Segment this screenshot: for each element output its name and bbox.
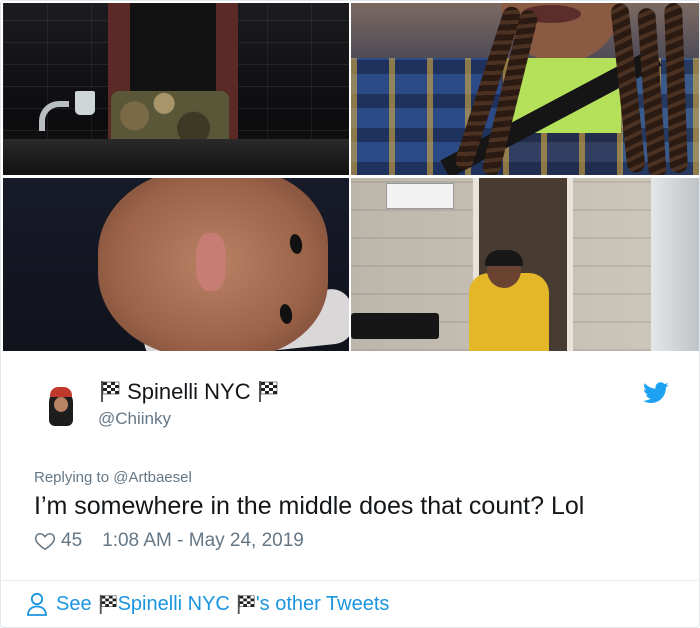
footer-name: Spinelli NYC [117,592,230,615]
heart-icon[interactable] [34,530,56,552]
user-handle[interactable]: @Chiinky [98,409,171,429]
checkered-flag-icon [258,381,278,402]
replying-prefix: Replying to [34,469,114,486]
checkered-flag-icon [237,594,255,614]
person-icon [27,592,47,616]
checkered-flag-icon [101,381,120,402]
avatar[interactable] [37,382,85,430]
replying-to: Replying to @Artbaesel [34,469,192,486]
divider [2,580,699,581]
checkered-flag-icon [99,594,117,614]
display-name[interactable]: Spinelli NYC [99,379,279,405]
photo-grid [3,3,699,351]
photo-braids-plaid[interactable] [351,3,699,175]
display-name-text: Spinelli NYC [127,379,251,404]
photo-hallway-smoke[interactable] [351,178,699,351]
twitter-bird-icon[interactable] [643,382,669,404]
timestamp[interactable]: 1:08 AM - May 24, 2019 [102,530,304,552]
footer-suffix: 's other Tweets [255,592,390,615]
tweet-text: I’m somewhere in the middle does that co… [34,492,585,520]
tweet-meta: 45 1:08 AM - May 24, 2019 [34,528,304,554]
photo-sink-selfie[interactable] [3,3,349,175]
photo-lying-selfie[interactable] [3,178,349,351]
like-count: 45 [61,530,83,551]
see-label: See [56,592,92,615]
replying-to-handle[interactable]: @Artbaesel [113,469,192,486]
tweet-card: Spinelli NYC @Chiinky Replying to @Artba… [0,0,700,628]
see-other-tweets-link[interactable]: See Spinelli NYC 's other Tweets [26,590,389,618]
